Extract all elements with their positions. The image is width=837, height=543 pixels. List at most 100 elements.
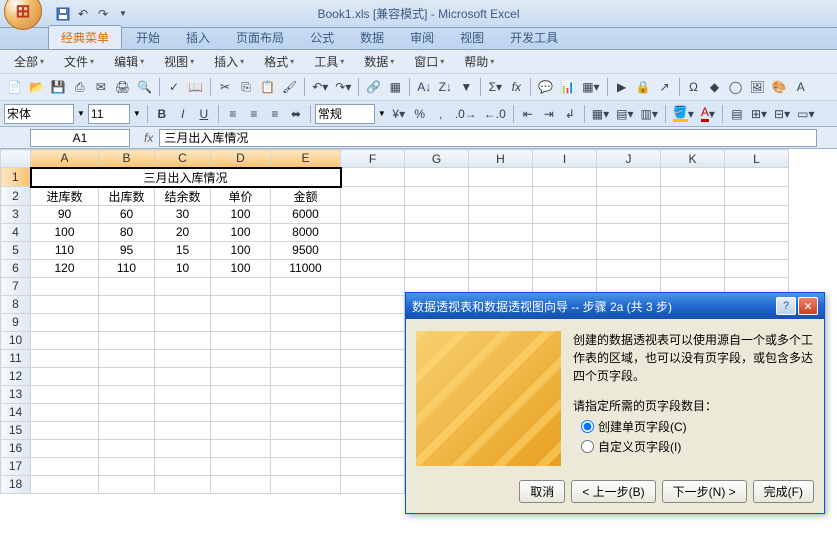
align-right-icon[interactable]: ≡	[265, 104, 285, 124]
cell[interactable]	[341, 331, 405, 349]
cell[interactable]	[661, 241, 725, 259]
cell[interactable]	[341, 475, 405, 493]
cell[interactable]	[469, 187, 533, 206]
cell[interactable]	[341, 187, 405, 206]
cell[interactable]	[533, 223, 597, 241]
font-size-select[interactable]	[88, 104, 130, 124]
ribbon-tab-6[interactable]: 审阅	[398, 26, 446, 49]
row-header-4[interactable]: 4	[1, 223, 31, 241]
cell[interactable]	[661, 205, 725, 223]
hyperlink-icon[interactable]: 🔗	[363, 77, 384, 97]
cell[interactable]	[341, 313, 405, 331]
col-header-J[interactable]: J	[597, 150, 661, 168]
cell[interactable]	[341, 385, 405, 403]
cell[interactable]	[271, 331, 341, 349]
back-button[interactable]: < 上一步(B)	[571, 480, 655, 503]
preview-icon[interactable]: 🔍	[134, 77, 155, 97]
comma-icon[interactable]: ,	[431, 104, 451, 124]
cell[interactable]	[405, 187, 469, 206]
symbol-icon[interactable]: Ω	[684, 77, 704, 97]
header-cell[interactable]: 进库数	[31, 187, 99, 206]
cell[interactable]	[31, 403, 99, 421]
comment-icon[interactable]: 💬	[535, 77, 556, 97]
row-header-17[interactable]: 17	[1, 457, 31, 475]
row-header-16[interactable]: 16	[1, 439, 31, 457]
cell[interactable]	[31, 421, 99, 439]
function-icon[interactable]: fx	[506, 77, 526, 97]
saveall-icon[interactable]: ⎙	[70, 77, 90, 97]
italic-button[interactable]: I	[173, 104, 193, 124]
data-cell[interactable]: 60	[99, 205, 155, 223]
cell[interactable]	[271, 421, 341, 439]
cell[interactable]	[211, 331, 271, 349]
cell[interactable]	[725, 259, 789, 277]
data-cell[interactable]: 100	[211, 259, 271, 277]
row-header-14[interactable]: 14	[1, 403, 31, 421]
clipart-icon[interactable]: 🎨	[769, 77, 790, 97]
increase-decimal-icon[interactable]: .0→	[452, 104, 480, 124]
cell[interactable]	[341, 205, 405, 223]
select-all-cell[interactable]	[1, 150, 31, 168]
menu-1[interactable]: 文件 ▾	[56, 51, 102, 72]
cell[interactable]	[99, 421, 155, 439]
decrease-decimal-icon[interactable]: ←.0	[481, 104, 509, 124]
cell[interactable]	[469, 205, 533, 223]
increase-indent-icon[interactable]: ⇥	[539, 104, 559, 124]
chart-icon[interactable]: 📊	[557, 77, 578, 97]
cell[interactable]	[271, 457, 341, 475]
shapes-icon[interactable]: ◯	[726, 77, 746, 97]
cell[interactable]	[533, 187, 597, 206]
ribbon-tab-8[interactable]: 开发工具	[498, 26, 570, 49]
menu-3[interactable]: 视图 ▾	[156, 51, 202, 72]
data-cell[interactable]: 6000	[271, 205, 341, 223]
cell[interactable]	[597, 187, 661, 206]
header-cell[interactable]: 金额	[271, 187, 341, 206]
radio-single-page[interactable]: 创建单页字段(C)	[581, 418, 814, 435]
row-header-9[interactable]: 9	[1, 313, 31, 331]
finish-button[interactable]: 完成(F)	[753, 480, 814, 503]
menu-2[interactable]: 编辑 ▾	[106, 51, 152, 72]
cell[interactable]	[99, 367, 155, 385]
ribbon-tab-1[interactable]: 开始	[124, 26, 172, 49]
cancel-button[interactable]: 取消	[519, 480, 565, 503]
office-button[interactable]: ⊞	[4, 0, 42, 30]
data-cell[interactable]: 120	[31, 259, 99, 277]
font-color-icon[interactable]: A▾	[698, 104, 718, 124]
sort-asc-icon[interactable]: A↓	[414, 77, 434, 97]
data-cell[interactable]: 100	[31, 223, 99, 241]
cell[interactable]	[341, 403, 405, 421]
ribbon-tab-2[interactable]: 插入	[174, 26, 222, 49]
menu-6[interactable]: 工具 ▾	[306, 51, 352, 72]
cell[interactable]	[469, 168, 533, 187]
cell[interactable]	[533, 241, 597, 259]
ribbon-tab-4[interactable]: 公式	[298, 26, 346, 49]
format-cells-icon[interactable]: ▭▾	[794, 104, 817, 124]
redo-icon[interactable]: ↷	[94, 5, 112, 23]
row-header-10[interactable]: 10	[1, 331, 31, 349]
styles-icon[interactable]: ▤▾	[613, 104, 636, 124]
pivot-icon[interactable]: ▦▾	[579, 77, 602, 97]
cell[interactable]	[661, 187, 725, 206]
col-header-A[interactable]: A	[31, 150, 99, 168]
number-format-select[interactable]	[315, 104, 375, 124]
row-header-1[interactable]: 1	[1, 168, 31, 187]
cell[interactable]	[31, 439, 99, 457]
cell[interactable]	[597, 241, 661, 259]
cell[interactable]	[597, 205, 661, 223]
cell[interactable]	[99, 457, 155, 475]
currency-icon[interactable]: ¥▾	[389, 104, 409, 124]
macro-icon[interactable]: ▶	[612, 77, 632, 97]
help-button[interactable]: ?	[776, 297, 796, 315]
qat-dropdown-icon[interactable]: ▼	[114, 5, 132, 23]
trace-icon[interactable]: ↗	[655, 77, 675, 97]
row-header-12[interactable]: 12	[1, 367, 31, 385]
undo-icon[interactable]: ↶	[74, 5, 92, 23]
ribbon-tab-7[interactable]: 视图	[448, 26, 496, 49]
cell[interactable]	[211, 475, 271, 493]
cell[interactable]	[533, 168, 597, 187]
autosum-icon[interactable]: Σ▾	[485, 77, 505, 97]
col-header-C[interactable]: C	[155, 150, 211, 168]
cell[interactable]	[31, 367, 99, 385]
menu-9[interactable]: 帮助 ▾	[456, 51, 502, 72]
wrap-text-icon[interactable]: ↲	[560, 104, 580, 124]
